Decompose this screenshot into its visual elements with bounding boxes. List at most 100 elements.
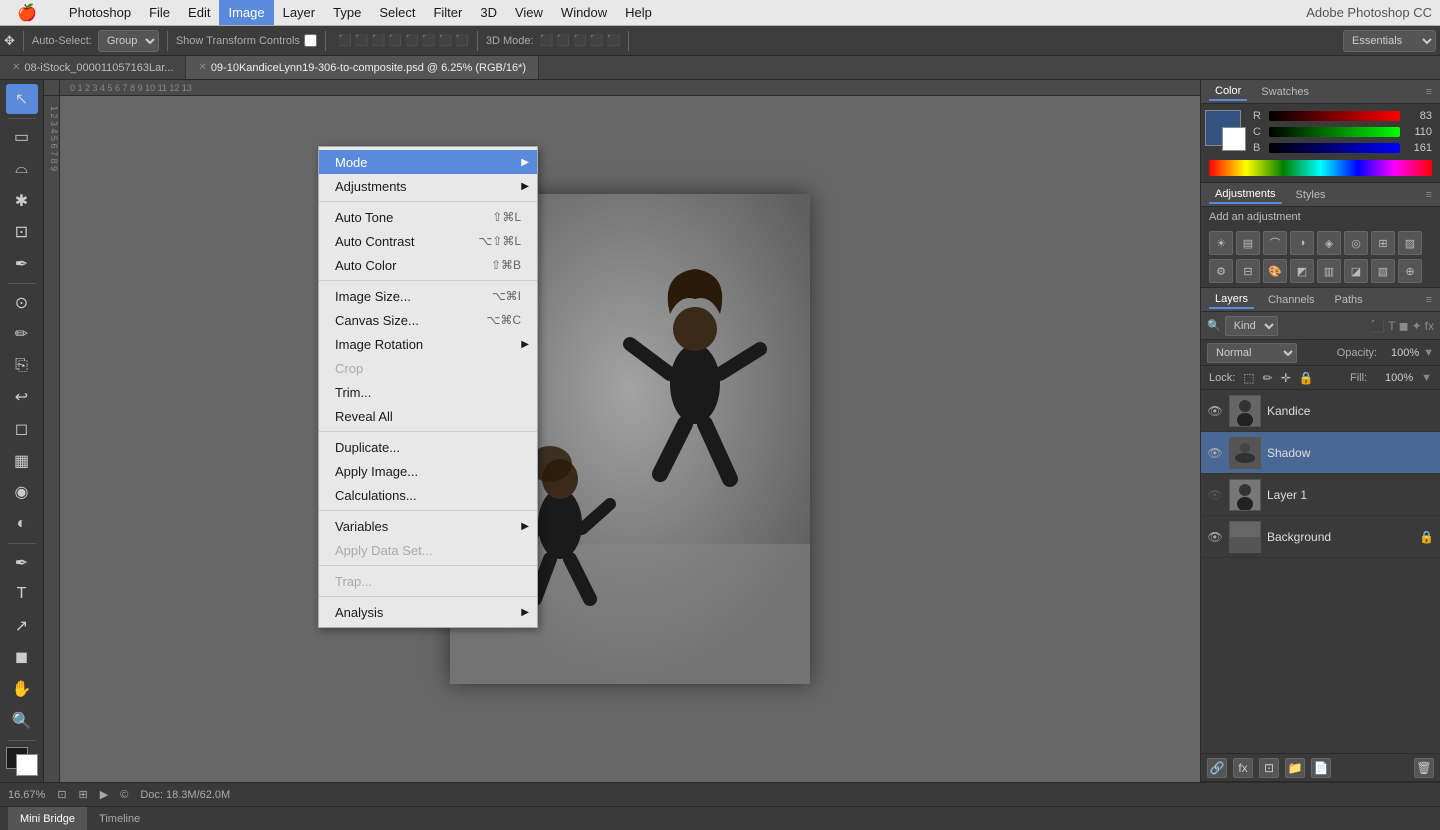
filter-type-t[interactable]: T <box>1388 319 1395 333</box>
layer-kandice[interactable]: 👁 Kandice <box>1201 390 1440 432</box>
lock-position-icon[interactable]: ✛ <box>1281 371 1291 385</box>
path-select-tool[interactable]: ↗ <box>6 611 38 641</box>
menu-item-canvas-size[interactable]: Canvas Size... ⌥⌘C <box>319 308 537 332</box>
menu-select[interactable]: Select <box>370 0 424 25</box>
menu-item-apply-image[interactable]: Apply Image... <box>319 459 537 483</box>
background-color-swatch[interactable] <box>1222 127 1246 151</box>
menu-item-variables[interactable]: Variables ▶ <box>319 514 537 538</box>
marquee-tool[interactable]: ▭ <box>6 123 38 153</box>
link-layers-btn[interactable]: 🔗 <box>1207 758 1227 778</box>
menu-item-trim[interactable]: Trim... <box>319 380 537 404</box>
menu-item-analysis[interactable]: Analysis ▶ <box>319 600 537 624</box>
color-panel-menu-icon[interactable]: ≡ <box>1426 86 1432 98</box>
apple-menu[interactable]: 🍎 <box>8 0 46 25</box>
layer-background-visibility[interactable]: 👁 <box>1207 529 1223 545</box>
transform-controls-check[interactable] <box>304 34 317 47</box>
menu-file[interactable]: File <box>140 0 179 25</box>
layer-kandice-visibility[interactable]: 👁 <box>1207 403 1223 419</box>
clone-tool[interactable]: ⎘ <box>6 351 38 381</box>
move-tool[interactable]: ↖ <box>6 84 38 114</box>
tab-color[interactable]: Color <box>1209 83 1247 101</box>
tab-styles[interactable]: Styles <box>1290 187 1332 203</box>
hand-tool[interactable]: ✋ <box>6 674 38 704</box>
auto-select-dropdown[interactable]: Group Layer <box>98 30 159 52</box>
dodge-tool[interactable]: ◐ <box>6 509 38 539</box>
menu-layer[interactable]: Layer <box>274 0 325 25</box>
color-spectrum[interactable] <box>1209 160 1432 176</box>
blur-tool[interactable]: ◉ <box>6 478 38 508</box>
layers-kind-dropdown[interactable]: Kind <box>1225 316 1278 336</box>
layer-shadow[interactable]: 👁 Shadow <box>1201 432 1440 474</box>
blend-mode-dropdown[interactable]: Normal <box>1207 343 1297 363</box>
tab-file-2-close[interactable]: ✕ <box>198 62 206 73</box>
layer-background[interactable]: 👁 Background 🔒 <box>1201 516 1440 558</box>
adj-invert[interactable]: ◩ <box>1290 259 1314 283</box>
adj-selective-color[interactable]: ⊕ <box>1398 259 1422 283</box>
menu-filter[interactable]: Filter <box>424 0 471 25</box>
filter-effect[interactable]: fx <box>1425 319 1434 333</box>
status-arrow[interactable]: ▶ <box>100 788 108 801</box>
menu-item-auto-color[interactable]: Auto Color ⇧⌘B <box>319 253 537 277</box>
foreground-background-colors[interactable] <box>6 747 38 777</box>
shape-tool[interactable]: ◼ <box>6 643 38 673</box>
menu-item-adjustments[interactable]: Adjustments ▶ <box>319 174 537 198</box>
foreground-color-swatch[interactable] <box>1205 110 1241 146</box>
filter-smart[interactable]: ✦ <box>1412 319 1422 333</box>
gradient-tool[interactable]: ▦ <box>6 446 38 476</box>
lock-all-icon[interactable]: 🔒 <box>1299 371 1314 385</box>
adj-vibrance[interactable]: ◈ <box>1317 231 1341 255</box>
adj-bw[interactable]: ▨ <box>1398 231 1422 255</box>
layer-1[interactable]: 👁 Layer 1 <box>1201 474 1440 516</box>
menu-view[interactable]: View <box>506 0 552 25</box>
adj-gradient-map[interactable]: ▧ <box>1371 259 1395 283</box>
menu-item-calculations[interactable]: Calculations... <box>319 483 537 507</box>
eraser-tool[interactable]: ◻ <box>6 414 38 444</box>
lock-image-icon[interactable]: ✏ <box>1263 371 1273 385</box>
tab-file-1[interactable]: ✕ 08-iStock_000011057163Lar... <box>0 56 186 79</box>
tab-layers[interactable]: Layers <box>1209 291 1254 309</box>
workspace-dropdown[interactable]: Essentials Photography Painting <box>1343 30 1436 52</box>
tab-adjustments[interactable]: Adjustments <box>1209 186 1282 204</box>
new-group-btn[interactable]: 📁 <box>1285 758 1305 778</box>
pen-tool[interactable]: ✒ <box>6 548 38 578</box>
history-brush-tool[interactable]: ↩ <box>6 383 38 413</box>
eyedropper-tool[interactable]: ✒ <box>6 249 38 279</box>
menu-window[interactable]: Window <box>552 0 616 25</box>
crop-tool[interactable]: ⊡ <box>6 217 38 247</box>
tab-paths[interactable]: Paths <box>1329 292 1369 308</box>
tab-file-2[interactable]: ✕ 09-10KandiceLynn19-306-to-composite.ps… <box>186 56 539 79</box>
menu-edit[interactable]: Edit <box>179 0 219 25</box>
menu-type[interactable]: Type <box>324 0 370 25</box>
adj-color-lookup[interactable]: 🎨 <box>1263 259 1287 283</box>
delete-layer-btn[interactable]: 🗑 <box>1414 758 1434 778</box>
brush-tool[interactable]: ✏ <box>6 319 38 349</box>
adj-panel-menu-icon[interactable]: ≡ <box>1426 189 1432 201</box>
add-style-btn[interactable]: fx <box>1233 758 1253 778</box>
add-mask-btn[interactable]: ⊡ <box>1259 758 1279 778</box>
menu-item-auto-tone[interactable]: Auto Tone ⇧⌘L <box>319 205 537 229</box>
layer-shadow-visibility[interactable]: 👁 <box>1207 445 1223 461</box>
adj-photo-filter[interactable]: ⚙ <box>1209 259 1233 283</box>
menu-item-reveal-all[interactable]: Reveal All <box>319 404 537 428</box>
opacity-dropdown-icon[interactable]: ▼ <box>1423 347 1434 359</box>
menu-3d[interactable]: 3D <box>471 0 506 25</box>
canvas-area[interactable]: Mode ▶ Adjustments ▶ Auto Tone ⇧⌘L <box>60 96 1200 782</box>
filter-shape[interactable]: ◼ <box>1399 319 1409 333</box>
adj-levels[interactable]: ▤ <box>1236 231 1260 255</box>
zoom-fit-icon[interactable]: ⊡ <box>57 788 66 801</box>
menu-item-mode[interactable]: Mode ▶ <box>319 150 537 174</box>
tab-channels[interactable]: Channels <box>1262 292 1320 308</box>
quick-select-tool[interactable]: ✱ <box>6 186 38 216</box>
adj-exposure[interactable]: ◑ <box>1290 231 1314 255</box>
adj-channel-mixer[interactable]: ⊟ <box>1236 259 1260 283</box>
adj-brightness[interactable]: ☀ <box>1209 231 1233 255</box>
adj-color-balance[interactable]: ⊞ <box>1371 231 1395 255</box>
tab-swatches[interactable]: Swatches <box>1255 84 1315 100</box>
layer-1-visibility[interactable]: 👁 <box>1207 487 1223 503</box>
adj-hue-sat[interactable]: ◎ <box>1344 231 1368 255</box>
layers-panel-menu-icon[interactable]: ≡ <box>1426 294 1432 306</box>
text-tool[interactable]: T <box>6 579 38 609</box>
menu-item-duplicate[interactable]: Duplicate... <box>319 435 537 459</box>
zoom-fill-icon[interactable]: ⊞ <box>79 788 88 801</box>
filter-pixel[interactable]: ⬛ <box>1370 319 1385 333</box>
